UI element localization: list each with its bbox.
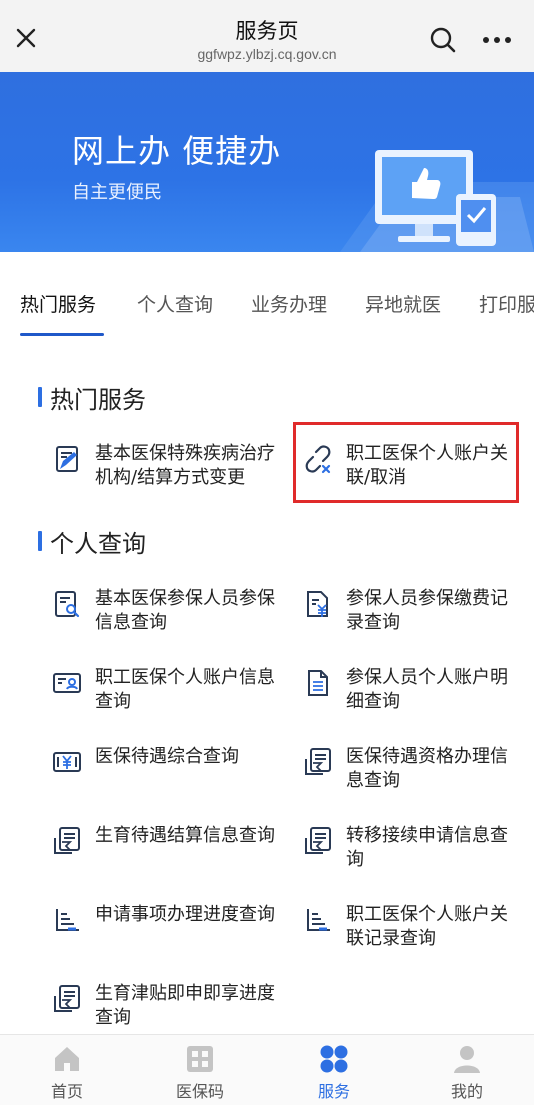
service-item-label: 申请事项办理进度查询 — [95, 904, 275, 925]
section-marker — [38, 387, 42, 407]
hero-banner: 网上办 便捷办 自主更便民 — [0, 72, 534, 252]
service-item-label: 生育津贴即申即享进度查询 — [95, 983, 275, 1028]
search-icon[interactable] — [427, 24, 459, 56]
nav-label: 医保码 — [175, 1082, 224, 1101]
spacer — [0, 252, 534, 264]
doc-stack-icon — [305, 827, 331, 854]
selection-highlight-box — [293, 422, 519, 503]
service-grid-icon — [320, 1045, 348, 1073]
section-title-personal: 个人查询 — [50, 530, 146, 558]
nav-medical-code[interactable]: 医保码 — [150, 1035, 250, 1106]
service-item-progress[interactable]: 申请事项办理进度查询 — [52, 903, 278, 955]
service-item-label: 参保人员个人账户明细查询 — [346, 667, 508, 712]
service-item-label: 职工医保个人账户信息查询 — [95, 667, 275, 712]
edit-doc-icon — [56, 446, 78, 472]
service-item-label: 转移接续申请信息查询 — [346, 825, 508, 870]
service-item-payment-record[interactable]: 参保人员参保缴费记录查询 — [303, 587, 513, 639]
service-item-label: 生育待遇结算信息查询 — [95, 825, 275, 846]
service-item-label: 职工医保个人账户关联记录查询 — [346, 904, 508, 949]
tab-personal-query[interactable]: 个人查询 — [137, 290, 213, 317]
tab-business-handling[interactable]: 业务办理 — [251, 290, 327, 317]
nav-label: 首页 — [50, 1082, 83, 1101]
yen-card-icon — [53, 752, 81, 772]
nav-label: 我的 — [450, 1082, 483, 1101]
title-bar: 服务页 ggfwpz.ylbzj.cq.gov.cn — [0, 0, 534, 72]
home-icon — [55, 1047, 79, 1071]
service-item-benefit-qualification[interactable]: 医保待遇资格办理信息查询 — [303, 745, 513, 797]
nav-mine[interactable]: 我的 — [417, 1035, 517, 1106]
doc-search-icon — [55, 591, 80, 618]
service-item-label: 医保待遇资格办理信息查询 — [346, 746, 508, 791]
computer-thumbs-up-illustration — [340, 150, 534, 252]
service-item-special-disease[interactable]: 基本医保特殊疾病治疗机构/结算方式变更 — [52, 442, 278, 514]
tab-print[interactable]: 打印服 — [479, 290, 534, 317]
bottom-navigation: 首页 医保码 服务 我的 — [0, 1034, 534, 1105]
more-icon[interactable] — [480, 24, 514, 56]
doc-stack-icon — [54, 985, 80, 1012]
service-item-maternity-allowance[interactable]: 生育津贴即申即享进度查询 — [52, 982, 278, 1034]
id-card-icon — [53, 673, 81, 693]
service-item-account-info[interactable]: 职工医保个人账户信息查询 — [52, 666, 278, 718]
progress-chart-icon — [56, 909, 79, 931]
doc-stack-icon — [54, 827, 80, 854]
service-item-maternity-settlement[interactable]: 生育待遇结算信息查询 — [52, 824, 278, 876]
doc-stack-icon — [305, 748, 331, 775]
category-tabs: 热门服务 个人查询 业务办理 异地就医 打印服 — [0, 264, 534, 336]
service-item-link-record[interactable]: 职工医保个人账户关联记录查询 — [303, 903, 513, 955]
section-title-hot: 热门服务 — [50, 386, 146, 414]
service-item-insured-info[interactable]: 基本医保参保人员参保信息查询 — [52, 587, 278, 639]
progress-chart-icon — [307, 909, 330, 931]
nav-home[interactable]: 首页 — [17, 1035, 117, 1106]
banner-headline: 网上办 便捷办 — [72, 132, 282, 170]
section-marker — [38, 531, 42, 551]
doc-lines-icon — [308, 670, 328, 696]
tab-remote-medical[interactable]: 异地就医 — [365, 290, 441, 317]
qr-code-icon — [187, 1046, 213, 1072]
user-icon — [454, 1046, 480, 1073]
doc-yen-icon — [307, 591, 328, 617]
service-item-label: 医保待遇综合查询 — [95, 746, 239, 767]
service-item-label: 基本医保参保人员参保信息查询 — [95, 588, 275, 633]
active-tab-indicator — [20, 333, 104, 336]
tab-hot-services[interactable]: 热门服务 — [20, 290, 96, 317]
nav-service[interactable]: 服务 — [284, 1035, 384, 1106]
service-item-label: 参保人员参保缴费记录查询 — [346, 588, 508, 633]
service-item-account-detail[interactable]: 参保人员个人账户明细查询 — [303, 666, 513, 718]
nav-label: 服务 — [317, 1082, 350, 1101]
banner-subline: 自主更便民 — [72, 182, 162, 203]
service-item-benefit-query[interactable]: 医保待遇综合查询 — [52, 745, 278, 775]
service-item-transfer-query[interactable]: 转移接续申请信息查询 — [303, 824, 513, 876]
service-item-label: 基本医保特殊疾病治疗机构/结算方式变更 — [95, 443, 275, 488]
